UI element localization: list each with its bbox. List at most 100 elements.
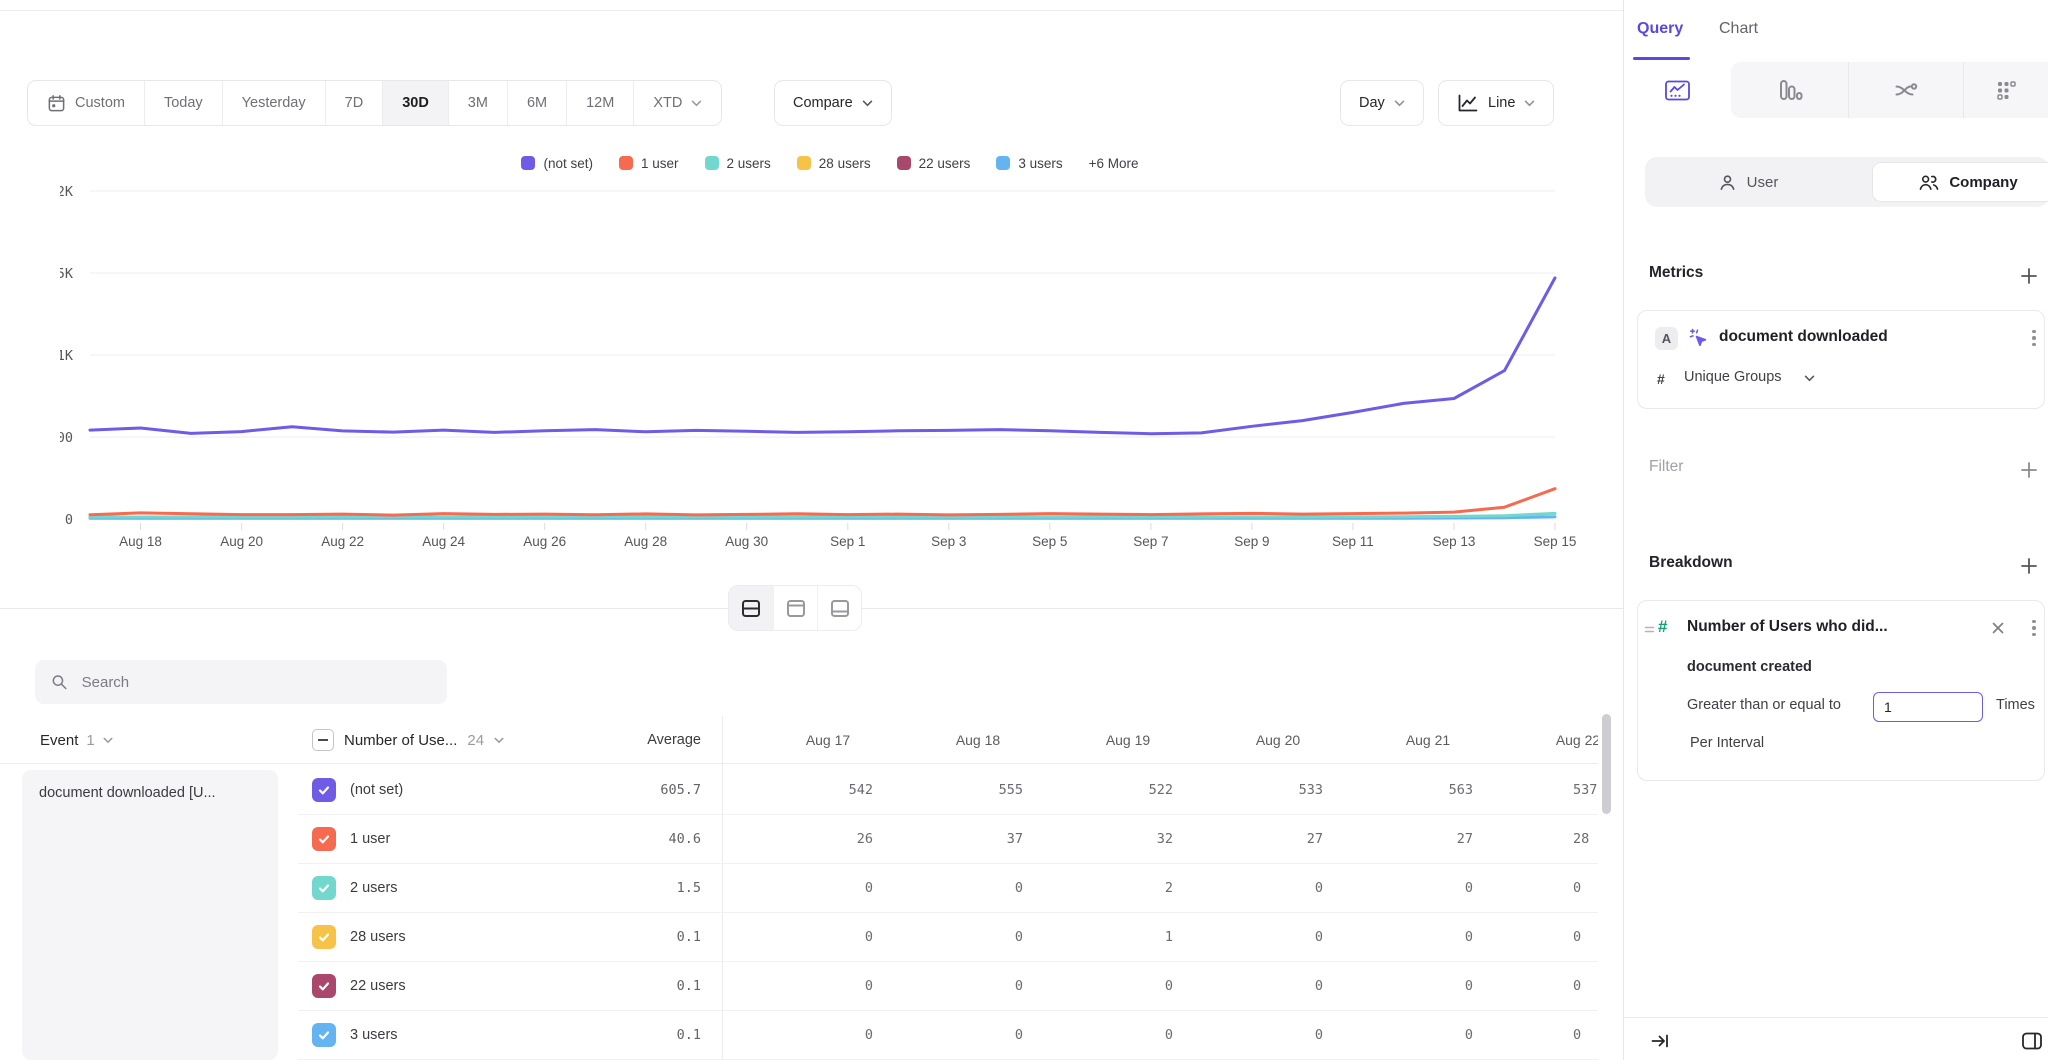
- series-value: 0: [723, 962, 873, 1011]
- metric-event-name: document downloaded: [1719, 328, 1888, 346]
- chart-type-grid[interactable]: [1963, 62, 2048, 118]
- range-7d[interactable]: 7D: [326, 81, 384, 125]
- chart-type-bar[interactable]: [1731, 62, 1848, 118]
- series-checkbox[interactable]: [312, 974, 336, 998]
- chart-legend: (not set) 1 user 2 users 28 users 22 users 3 …: [60, 150, 1600, 176]
- bar-chart-icon: [1776, 78, 1803, 102]
- svg-text:Aug 24: Aug 24: [422, 534, 465, 549]
- breakdown-menu-kebab-icon[interactable]: [2026, 617, 2042, 639]
- add-filter-button[interactable]: [2017, 458, 2041, 482]
- series-value: 0: [873, 1011, 1023, 1060]
- check-icon: [317, 783, 331, 797]
- svg-text:Sep 9: Sep 9: [1234, 534, 1269, 549]
- legend-item[interactable]: 22 users: [897, 156, 971, 171]
- chart-type-flows[interactable]: [1848, 62, 1963, 118]
- series-value: 2: [1023, 864, 1173, 913]
- legend-item[interactable]: 1 user: [619, 156, 679, 171]
- collapse-panel-button[interactable]: [1648, 1030, 1672, 1052]
- chevron-down-icon: [862, 100, 873, 107]
- series-value: 0: [723, 864, 873, 913]
- interval-label: Per Interval: [1690, 735, 1764, 751]
- date-column-header: Aug 20: [1203, 716, 1353, 764]
- range-custom[interactable]: Custom: [28, 81, 145, 125]
- range-3m[interactable]: 3M: [449, 81, 508, 125]
- series-value: 0: [1173, 962, 1323, 1011]
- svg-text:0: 0: [65, 512, 73, 528]
- series-label: 1 user: [350, 815, 390, 864]
- scope-toggle: User Company: [1645, 157, 2048, 207]
- series-checkbox[interactable]: [312, 925, 336, 949]
- tab-query[interactable]: Query: [1637, 20, 1683, 38]
- table-scrollbar[interactable]: [1602, 714, 1611, 814]
- range-6m[interactable]: 6M: [508, 81, 567, 125]
- close-icon[interactable]: [1990, 620, 2006, 636]
- series-value: 26: [723, 815, 873, 864]
- range-xtd[interactable]: XTD: [634, 81, 721, 125]
- legend-item[interactable]: (not set): [521, 156, 593, 171]
- date-column-header: Aug 17: [753, 716, 903, 764]
- series-value: 0: [1173, 913, 1323, 962]
- legend-item[interactable]: 2 users: [705, 156, 771, 171]
- tab-chart[interactable]: Chart: [1719, 20, 1758, 38]
- layout-table-button[interactable]: [817, 586, 861, 630]
- condition-value-input[interactable]: [1873, 692, 1983, 722]
- chart-type-line[interactable]: [1624, 62, 1731, 118]
- drag-handle-icon[interactable]: [1643, 623, 1656, 636]
- range-label: 7D: [345, 95, 364, 111]
- chevron-down-icon[interactable]: [1804, 375, 1815, 382]
- series-checkbox[interactable]: [312, 876, 336, 900]
- range-today[interactable]: Today: [145, 81, 223, 125]
- series-checkbox[interactable]: [312, 827, 336, 851]
- series-value: 0: [1323, 913, 1473, 962]
- add-breakdown-button[interactable]: [2017, 554, 2041, 578]
- series-value: 0: [1573, 913, 1598, 962]
- legend-swatch: [797, 156, 811, 170]
- event-column-header[interactable]: Event 1: [40, 716, 113, 764]
- interval-button[interactable]: Day: [1340, 80, 1424, 126]
- date-column-header: Aug 22: [1503, 716, 1598, 764]
- check-icon: [317, 930, 331, 944]
- layout-split-button[interactable]: [729, 586, 773, 630]
- scope-user-label: User: [1747, 174, 1779, 191]
- series-checkbox[interactable]: [312, 1023, 336, 1047]
- measure-dropdown[interactable]: Unique Groups: [1684, 369, 1782, 385]
- range-label: 6M: [527, 95, 547, 111]
- side-panel-button[interactable]: [2020, 1029, 2044, 1053]
- split-view-icon: [741, 599, 761, 618]
- select-all-checkbox[interactable]: [312, 729, 334, 751]
- legend-swatch: [996, 156, 1010, 170]
- series-average: 605.7: [551, 766, 701, 815]
- range-label: Today: [164, 95, 203, 111]
- add-metric-button[interactable]: [2017, 264, 2041, 288]
- breakdown-card[interactable]: # Number of Users who did... document cr…: [1637, 600, 2045, 781]
- range-12m[interactable]: 12M: [567, 81, 634, 125]
- line-chart[interactable]: 05001K1.5K2KAug 18Aug 20Aug 22Aug 24Aug …: [60, 180, 1600, 552]
- range-30d[interactable]: 30D: [383, 81, 449, 125]
- range-label: Yesterday: [242, 95, 306, 111]
- svg-text:Aug 18: Aug 18: [119, 534, 162, 549]
- series-checkbox[interactable]: [312, 778, 336, 802]
- panel-footer: [1624, 1017, 2048, 1060]
- compare-button[interactable]: Compare: [774, 80, 892, 126]
- series-value: 37: [873, 815, 1023, 864]
- legend-item[interactable]: 3 users: [996, 156, 1062, 171]
- range-yesterday[interactable]: Yesterday: [223, 81, 326, 125]
- series-value: 0: [1323, 1011, 1473, 1060]
- measure-hash-icon: #: [1657, 371, 1665, 387]
- legend-more[interactable]: +6 More: [1089, 156, 1139, 171]
- chart-style-button[interactable]: Line: [1438, 80, 1554, 126]
- metric-card[interactable]: A document downloaded # Unique Groups: [1637, 310, 2045, 409]
- event-row[interactable]: document downloaded [U...: [22, 770, 278, 1060]
- scope-user[interactable]: User: [1645, 173, 1851, 192]
- svg-text:Sep 11: Sep 11: [1332, 534, 1374, 549]
- table-header: Event 1 Number of Use... 24 Average Aug …: [0, 716, 1598, 764]
- series-value: 0: [1573, 864, 1598, 913]
- series-value: 1: [1023, 913, 1173, 962]
- search-input[interactable]: [80, 673, 431, 692]
- legend-item[interactable]: 28 users: [797, 156, 871, 171]
- layout-chart-button[interactable]: [773, 586, 817, 630]
- legend-swatch: [619, 156, 633, 170]
- metric-menu-kebab-icon[interactable]: [2026, 327, 2042, 349]
- scope-company[interactable]: Company: [1872, 162, 2048, 202]
- series-value: 0: [1323, 864, 1473, 913]
